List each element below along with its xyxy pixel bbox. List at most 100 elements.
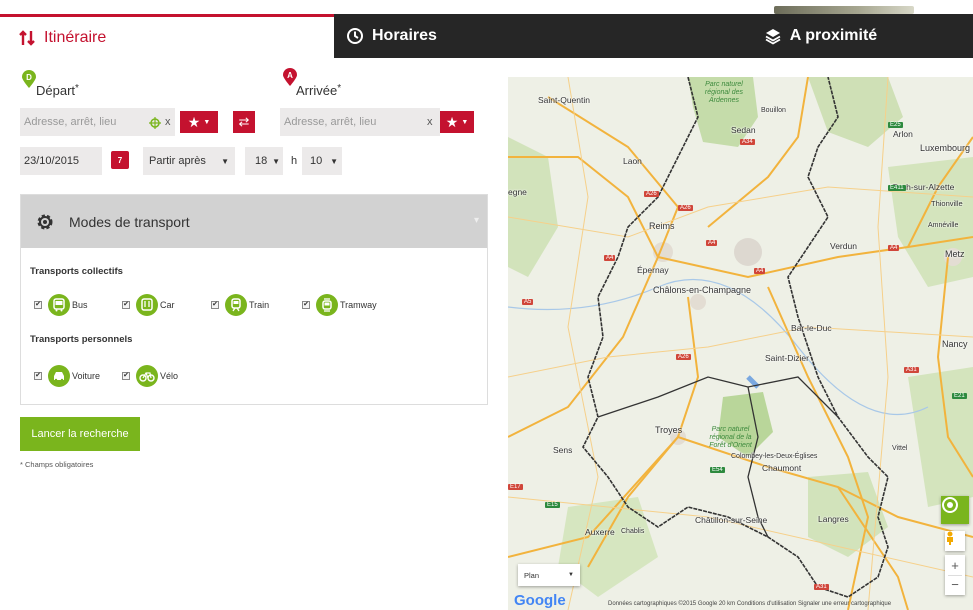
road-label: E411 <box>888 185 906 191</box>
swap-button[interactable]: ⇄ <box>233 111 255 133</box>
street-view-pegman[interactable] <box>945 531 965 551</box>
road-label: A4 <box>706 240 718 246</box>
voiture-label: Voiture <box>72 371 101 381</box>
mode-bus[interactable]: ✔ Bus <box>34 294 88 316</box>
arrivee-input[interactable]: Adresse, arrêt, lieu <box>280 108 440 136</box>
gear-icon <box>35 212 55 232</box>
arrivee-favorites-button[interactable]: ★ ▼ <box>440 111 474 133</box>
depart-clear-button[interactable]: x <box>165 116 171 128</box>
date-input[interactable]: 23/10/2015 <box>20 147 102 175</box>
page: Itinéraire Horaires A proximité D Départ… <box>0 0 973 610</box>
mode-tramway[interactable]: ✔ Tramway <box>302 294 377 316</box>
city-nancy: Nancy <box>942 339 968 349</box>
arrivee-label: Arrivée* <box>296 83 341 98</box>
date-value: 23/10/2015 <box>24 155 80 167</box>
map-type-select[interactable]: Plan ▼ <box>518 564 580 586</box>
city-sedan: Sedan <box>731 125 756 135</box>
time-mode-value: Partir après <box>149 155 206 167</box>
tab-itineraire[interactable]: Itinéraire <box>0 14 334 58</box>
hour-separator: h <box>291 155 298 167</box>
tab-itineraire-label: Itinéraire <box>44 28 107 46</box>
car-icon <box>48 365 70 387</box>
minute-select[interactable]: 10 ▼ <box>302 147 342 175</box>
calendar-button[interactable]: 7 <box>111 151 129 169</box>
coach-icon <box>136 294 158 316</box>
chevron-down-icon: ▼ <box>330 156 338 166</box>
bicycle-icon <box>136 365 158 387</box>
tab-horaires[interactable]: Horaires <box>334 14 656 58</box>
chevron-down-icon: ▼ <box>461 118 469 126</box>
calendar-icon: 7 <box>117 155 123 165</box>
required-note: * Champs obligatoires <box>20 460 94 469</box>
city-bar-le-duc: Bar-le-Duc <box>791 323 832 333</box>
collectifs-title: Transports collectifs <box>30 266 123 277</box>
train-checkbox[interactable]: ✔ <box>211 301 219 309</box>
chevron-down-icon: ▼ <box>203 118 211 126</box>
layers-icon <box>764 27 782 45</box>
chevron-down-icon: ▼ <box>272 156 280 166</box>
tram-icon <box>316 294 338 316</box>
clock-icon <box>346 27 364 45</box>
arrivee-clear-button[interactable]: x <box>427 116 433 128</box>
mode-train[interactable]: ✔ Train <box>211 294 269 316</box>
transport-modes-header[interactable]: Modes de transport ▾ <box>21 195 487 248</box>
refresh-icon: ⇄ <box>238 114 250 129</box>
transport-modes-panel: Modes de transport ▾ Transports collecti… <box>20 194 488 405</box>
arrivee-pin-icon: A <box>283 68 297 86</box>
train-label: Train <box>249 300 270 310</box>
city-chatillon: Châtillon-sur-Seine <box>695 515 768 525</box>
svg-text:A: A <box>287 71 293 80</box>
bus-checkbox[interactable]: ✔ <box>34 301 42 309</box>
map-attribution: Données cartographiques ©2015 Google 20 … <box>608 601 892 607</box>
arrivee-required-mark: * <box>337 83 342 94</box>
city-colombey: Colombey-les-Deux-Églises <box>731 453 818 460</box>
star-icon: ★ <box>445 113 459 130</box>
mode-car[interactable]: ✔ Car <box>122 294 175 316</box>
depart-favorites-button[interactable]: ★ ▼ <box>180 111 218 133</box>
city-langres: Langres <box>818 514 849 524</box>
tramway-checkbox[interactable]: ✔ <box>302 301 310 309</box>
search-button[interactable]: Lancer la recherche <box>20 417 140 451</box>
arrivee-label-text: Arrivée <box>296 83 338 98</box>
velo-label: Vélo <box>160 371 179 381</box>
road-label: A26 <box>644 191 659 197</box>
city-auxerre: Auxerre <box>585 527 615 537</box>
depart-placeholder: Adresse, arrêt, lieu <box>24 116 117 128</box>
map[interactable]: Saint-Quentin Sedan Bouillon Arlon Luxem… <box>508 77 973 610</box>
zoom-in-button[interactable]: + <box>951 557 959 575</box>
city-chablis: Chablis <box>621 528 645 535</box>
mode-velo[interactable]: ✔ Vélo <box>122 365 178 387</box>
arrivee-placeholder: Adresse, arrêt, lieu <box>284 116 377 128</box>
road-label: A4 <box>604 255 616 261</box>
time-mode-select[interactable]: Partir après ▼ <box>143 147 235 175</box>
geolocate-icon[interactable] <box>149 116 161 134</box>
top-banner <box>334 0 973 14</box>
voiture-checkbox[interactable]: ✔ <box>34 372 42 380</box>
locate-me-button[interactable] <box>941 496 969 524</box>
city-luxembourg: Luxembourg <box>920 143 971 153</box>
city-chaumont: Chaumont <box>762 463 802 473</box>
tab-proximite[interactable]: A proximité <box>656 14 973 58</box>
chevron-down-icon: ▼ <box>221 156 229 166</box>
depart-pin-icon: D <box>22 70 36 88</box>
car-checkbox[interactable]: ✔ <box>122 301 130 309</box>
velo-checkbox[interactable]: ✔ <box>122 372 130 380</box>
road-label: A4 <box>754 268 766 274</box>
banner-image <box>774 6 914 14</box>
hour-value: 18 <box>255 155 268 167</box>
zoom-out-button[interactable]: − <box>951 576 959 594</box>
parc-ardennes-label: Parc naturel régional des Ardennes <box>704 81 744 104</box>
road-label: E15 <box>545 502 560 508</box>
mode-voiture[interactable]: ✔ Voiture <box>34 365 100 387</box>
bus-label: Bus <box>72 300 88 310</box>
svg-text:D: D <box>26 73 32 82</box>
swap-arrows-icon <box>18 29 36 47</box>
bus-icon <box>48 294 70 316</box>
city-troyes: Troyes <box>655 425 683 435</box>
star-icon: ★ <box>187 113 201 130</box>
train-icon <box>225 294 247 316</box>
hour-select[interactable]: 18 ▼ <box>245 147 283 175</box>
city-verdun: Verdun <box>830 241 857 251</box>
road-label: A5 <box>522 299 534 305</box>
map-canvas <box>508 77 973 610</box>
